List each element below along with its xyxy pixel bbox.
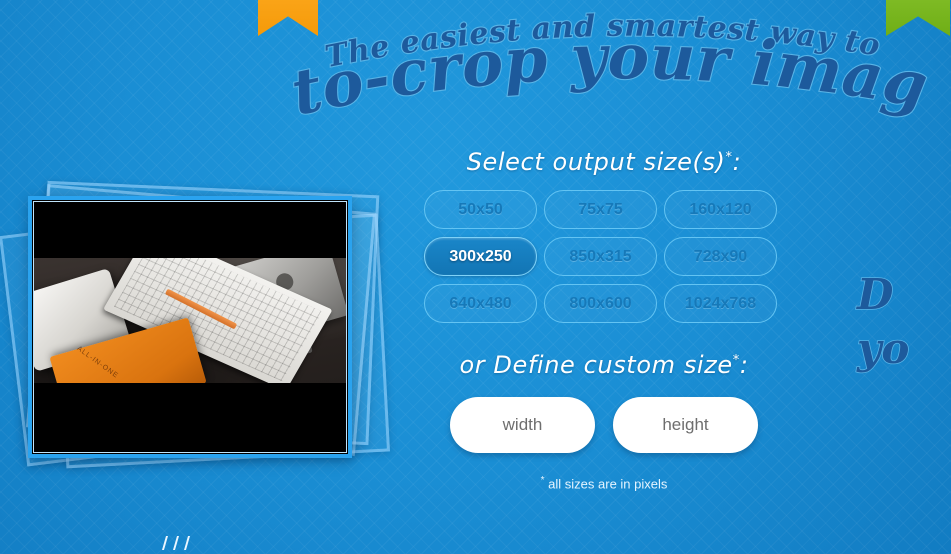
- preview-photo: ALL-IN-ONE: [34, 202, 346, 452]
- preview-photo-content: ALL-IN-ONE: [34, 258, 346, 384]
- custom-size-text: or Define custom size: [459, 351, 733, 379]
- footnote-text: all sizes are in pixels: [548, 476, 668, 492]
- custom-size-asterisk: *: [732, 353, 740, 368]
- image-preview-area: ALL-IN-ONE: [0, 178, 391, 494]
- image-preview-frame[interactable]: ALL-IN-ONE: [28, 196, 352, 458]
- options-panel: Select output size(s)*: 50x50 75x75 160x…: [424, 148, 784, 491]
- size-button-300x250[interactable]: 300x250: [424, 237, 537, 276]
- page-headline: The easiest and smartest way to auto-cro…: [238, 0, 942, 146]
- select-output-size-asterisk: *: [725, 150, 733, 165]
- size-button-728x90[interactable]: 728x90: [664, 237, 777, 276]
- select-output-size-text: Select output size(s): [466, 148, 726, 176]
- teaser-line-2: yo: [856, 323, 910, 374]
- slash-mark-1: [161, 536, 169, 550]
- select-output-size-colon: :: [732, 148, 742, 176]
- size-button-75x75[interactable]: 75x75: [544, 190, 657, 229]
- height-input[interactable]: [613, 397, 758, 453]
- page-stage: The easiest and smartest way to auto-cro…: [0, 0, 951, 554]
- size-button-50x50[interactable]: 50x50: [424, 190, 537, 229]
- custom-size-inputs: [424, 397, 784, 453]
- cropped-teaser-text: D yo: [856, 268, 951, 376]
- size-units-footnote: * all sizes are in pixels: [424, 475, 784, 491]
- size-button-800x600[interactable]: 800x600: [544, 284, 657, 323]
- width-input[interactable]: [450, 397, 595, 453]
- green-ribbon-icon: [886, 0, 950, 36]
- custom-size-label: or Define custom size*:: [424, 351, 784, 379]
- footnote-asterisk: *: [540, 475, 545, 486]
- orange-ribbon-icon: [258, 0, 318, 36]
- size-button-160x120[interactable]: 160x120: [664, 190, 777, 229]
- slash-mark-3: [183, 536, 191, 550]
- decorative-slashes: [161, 536, 191, 550]
- teaser-line-1: D: [856, 269, 894, 320]
- output-size-grid: 50x50 75x75 160x120 300x250 850x315 728x…: [424, 190, 784, 323]
- headline-line-2: auto-crop your images: [239, 0, 933, 130]
- size-button-640x480[interactable]: 640x480: [424, 284, 537, 323]
- notebook-label: ALL-IN-ONE: [75, 344, 120, 380]
- size-button-850x315[interactable]: 850x315: [544, 237, 657, 276]
- select-output-size-label: Select output size(s)*:: [424, 148, 784, 176]
- custom-size-colon: :: [739, 351, 749, 379]
- slash-mark-2: [172, 536, 180, 550]
- headline-line-1: The easiest and smartest way to: [322, 9, 882, 75]
- size-button-1024x768[interactable]: 1024x768: [664, 284, 777, 323]
